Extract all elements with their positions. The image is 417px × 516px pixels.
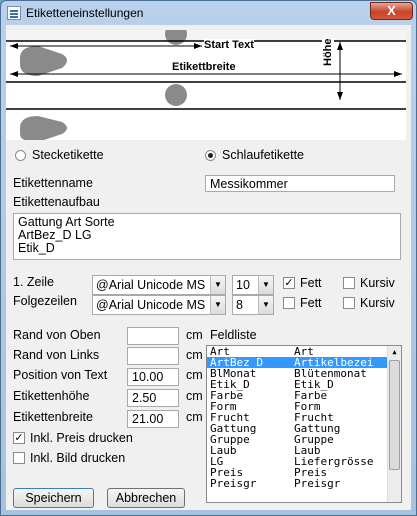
close-button[interactable]: X (370, 2, 413, 20)
print-image-checkbox[interactable] (13, 452, 25, 464)
line1-font-select[interactable]: @Arial Unicode MS ▼ (92, 275, 226, 295)
window-title: Etiketteneinstellungen (26, 6, 144, 20)
margin-top-unit: cm (186, 328, 203, 342)
label-layout-caption: Etikettenaufbau (13, 195, 100, 209)
print-price-label: Inkl. Preis drucken (30, 431, 133, 445)
fieldlist-field-name: Preisgr (210, 477, 257, 490)
following-font-select[interactable]: @Arial Unicode MS ▼ (92, 295, 226, 315)
title-bar[interactable]: Etiketteneinstellungen X (1, 1, 416, 27)
following-italic-checkbox[interactable] (343, 297, 355, 309)
start-text-label: Start Text (204, 39, 254, 51)
label-preview: Start Text Etikettbreite Höhe (6, 30, 406, 140)
label-name-input[interactable]: Messikommer (205, 175, 395, 192)
following-caption: Folgezeilen (13, 294, 77, 308)
margin-top-input[interactable] (127, 327, 179, 345)
line1-size-select[interactable]: 10 ▼ (232, 275, 274, 295)
radio-stecketikette[interactable] (15, 150, 26, 161)
chevron-down-icon[interactable]: ▼ (210, 276, 225, 294)
fieldlist-row[interactable]: Preisgr Preisgr (207, 478, 401, 489)
label-width-unit: cm (186, 410, 203, 424)
label-name-caption: Etikettenname (13, 176, 93, 190)
label-height-unit: cm (186, 389, 203, 403)
line1-bold-checkbox[interactable]: ✓ (283, 277, 295, 289)
print-image-label: Inkl. Bild drucken (30, 451, 126, 465)
cancel-button[interactable]: Abbrechen (107, 488, 185, 508)
print-price-checkbox[interactable]: ✓ (13, 432, 25, 444)
margin-left-unit: cm (186, 348, 203, 362)
line1-italic-label: Kursiv (360, 276, 395, 290)
fieldlist-rows: Art Art ArtBez_D Artikelbezei BlMonat Blütenm… (207, 346, 401, 489)
chevron-down-icon[interactable]: ▼ (258, 296, 273, 314)
fieldlist-field-caption: Preisgr (294, 477, 341, 490)
text-position-unit: cm (186, 368, 203, 382)
fieldlist-caption: Feldliste (210, 328, 257, 342)
label-layout-textarea[interactable]: Gattung Art Sorte ArtBez_D LG Etik_D (13, 213, 401, 260)
chevron-down-icon[interactable]: ▼ (258, 276, 273, 294)
following-italic-label: Kursiv (360, 296, 395, 310)
layout-line: ArtBez_D LG (18, 228, 92, 242)
line1-font-value: @Arial Unicode MS (96, 278, 206, 292)
fieldlist-scrollbar[interactable]: ▲ (387, 346, 401, 502)
text-position-label: Position von Text (13, 368, 108, 382)
margin-top-label: Rand von Oben (13, 328, 101, 342)
label-width-label: Etikettenbreite (13, 410, 93, 424)
radio-schlaufetikette-label: Schlaufetikette (222, 148, 304, 162)
following-bold-checkbox[interactable] (283, 297, 295, 309)
save-button[interactable]: Speichern (13, 488, 94, 508)
label-height-input[interactable]: 2.50 (127, 389, 179, 407)
height-dimension-label: Höhe (322, 38, 334, 66)
chevron-down-icon[interactable]: ▼ (210, 296, 225, 314)
margin-left-label: Rand von Links (13, 348, 100, 362)
following-font-value: @Arial Unicode MS (96, 298, 206, 312)
scroll-up-icon[interactable]: ▲ (388, 346, 401, 359)
label-height-label: Etikettenhöhe (13, 389, 90, 403)
radio-schlaufetikette[interactable] (205, 150, 216, 161)
app-icon (7, 6, 21, 20)
fieldlist-listbox[interactable]: Art Art ArtBez_D Artikelbezei BlMonat Blütenm… (206, 345, 402, 503)
width-dimension-label: Etikettbreite (172, 61, 236, 73)
line1-italic-checkbox[interactable] (343, 277, 355, 289)
line1-bold-label: Fett (300, 276, 322, 290)
label-width-input[interactable]: 21.00 (127, 410, 179, 428)
line1-size-value: 10 (236, 278, 250, 292)
layout-line: Etik_D (18, 241, 55, 255)
margin-left-input[interactable] (127, 347, 179, 365)
line1-caption: 1. Zeile (13, 275, 54, 289)
radio-stecketikette-label: Stecketikette (32, 148, 104, 162)
following-size-select[interactable]: 8 ▼ (232, 295, 274, 315)
following-size-value: 8 (236, 298, 243, 312)
scrollbar-thumb[interactable] (389, 360, 400, 470)
following-bold-label: Fett (300, 296, 322, 310)
text-position-input[interactable]: 10.00 (127, 368, 179, 386)
